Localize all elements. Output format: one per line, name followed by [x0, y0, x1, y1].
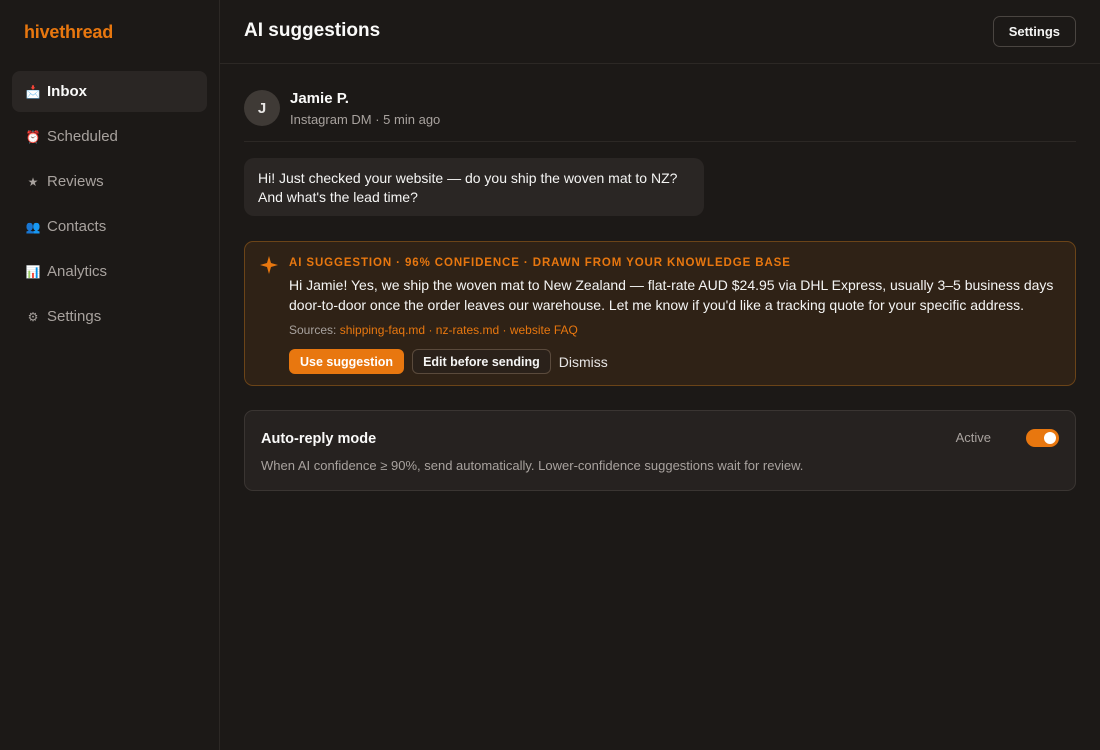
sender-header: J Jamie P. Instagram DM · 5 min ago [244, 90, 1076, 142]
sidebar-item-label: Scheduled [47, 128, 118, 145]
inbox-tray-icon: 📩 [25, 84, 41, 99]
app-logo[interactable]: hivethread [24, 22, 113, 43]
sender-name: Jamie P. [290, 90, 349, 107]
source-link[interactable]: website FAQ [510, 323, 578, 337]
main-content: AI suggestions Settings J Jamie P. Insta… [220, 0, 1100, 750]
source-separator: · [502, 323, 507, 337]
auto-reply-description: When AI confidence ≥ 90%, send automatic… [261, 458, 804, 473]
use-suggestion-button[interactable]: Use suggestion [289, 349, 405, 374]
sparkle-icon [259, 255, 279, 280]
auto-reply-card: Auto-reply mode When AI confidence ≥ 90%… [244, 410, 1076, 491]
sidebar-item-reviews[interactable]: ★ Reviews [12, 161, 207, 202]
edit-before-sending-button[interactable]: Edit before sending [412, 349, 551, 374]
source-separator: · [428, 323, 433, 337]
sidebar-item-label: Settings [47, 308, 102, 325]
sidebar-item-label: Reviews [47, 173, 104, 190]
sender-meta: Instagram DM · 5 min ago [290, 112, 441, 127]
sidebar-item-label: Analytics [47, 263, 108, 280]
source-link[interactable]: shipping-faq.md [340, 323, 425, 337]
suggestion-label: AI SUGGESTION · 96% CONFIDENCE · DRAWN F… [289, 257, 791, 269]
star-icon: ★ [27, 174, 39, 189]
page-title: AI suggestions [244, 20, 381, 41]
top-bar: AI suggestions Settings [220, 0, 1100, 64]
sidebar-item-analytics[interactable]: 📊 Analytics [12, 251, 207, 292]
source-link[interactable]: nz-rates.md [436, 323, 499, 337]
sidebar-item-inbox[interactable]: 📩 Inbox [12, 71, 207, 112]
ai-suggestion-card: AI SUGGESTION · 96% CONFIDENCE · DRAWN F… [244, 241, 1076, 386]
suggestion-actions: Use suggestion Edit before sending Dismi… [289, 349, 608, 374]
sidebar-item-settings[interactable]: ⚙ Settings [12, 296, 207, 337]
auto-reply-toggle[interactable] [1026, 429, 1059, 447]
sidebar-item-label: Contacts [47, 218, 107, 235]
settings-button[interactable]: Settings [992, 16, 1076, 47]
avatar: J [244, 90, 280, 126]
sidebar: hivethread 📩 Inbox ⏰ Scheduled ★ Reviews… [0, 0, 220, 750]
sidebar-item-contacts[interactable]: 👥 Contacts [12, 206, 207, 247]
toggle-knob [1044, 432, 1056, 444]
auto-reply-title: Auto-reply mode [261, 431, 377, 447]
auto-reply-status: Active [955, 430, 991, 445]
contacts-icon: 👥 [25, 219, 41, 234]
dismiss-button[interactable]: Dismiss [559, 354, 608, 370]
sources-line: Sources: shipping-faq.md · nz-rates.md ·… [289, 323, 578, 337]
sidebar-nav: 📩 Inbox ⏰ Scheduled ★ Reviews 👥 Contacts… [12, 71, 207, 341]
sidebar-item-label: Inbox [47, 83, 87, 100]
sidebar-item-scheduled[interactable]: ⏰ Scheduled [12, 116, 207, 157]
sources-prefix: Sources: [289, 323, 337, 337]
alarm-clock-icon: ⏰ [25, 129, 41, 144]
bar-chart-icon: 📊 [25, 264, 41, 279]
message-bubble: Hi! Just checked your website — do you s… [244, 158, 704, 216]
suggestion-text: Hi Jamie! Yes, we ship the woven mat to … [289, 277, 1054, 313]
gear-icon: ⚙ [27, 309, 39, 324]
